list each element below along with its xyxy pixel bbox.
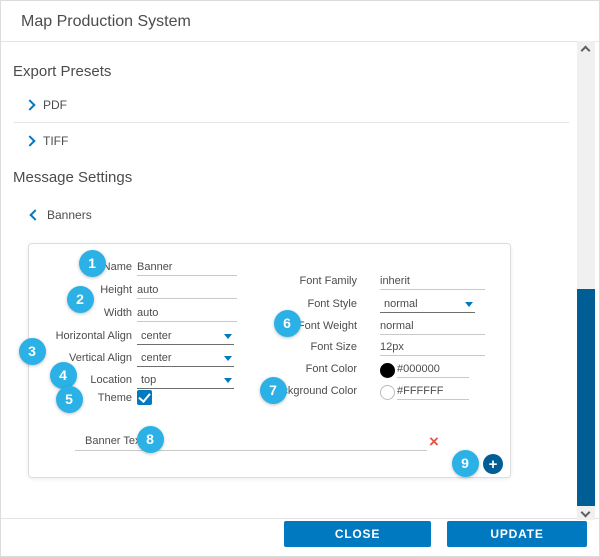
remove-banner-icon[interactable]: × (429, 434, 439, 450)
chevron-down-icon (224, 356, 232, 361)
field-value: Banner (137, 261, 172, 273)
header-divider (1, 41, 599, 42)
font-size-input[interactable]: 12px (380, 339, 485, 356)
preset-divider (14, 122, 569, 123)
scrollbar-thumb[interactable] (577, 289, 595, 506)
field-label-font-family: Font Family (199, 274, 357, 289)
field-value: normal (380, 320, 414, 332)
chevron-down-icon (224, 334, 232, 339)
preset-label-tiff: TIFF (43, 134, 68, 148)
font-family-input[interactable]: inherit (380, 273, 485, 290)
chevron-down-icon (465, 302, 473, 307)
font-color-input[interactable]: #000000 (397, 361, 469, 378)
map-production-system-dialog: Map Production System Export Presets PDF… (0, 0, 600, 557)
background-color-input[interactable]: #FFFFFF (397, 383, 469, 400)
field-label-horizontal-align: Horizontal Align (29, 329, 132, 344)
field-value: 12px (380, 341, 404, 353)
message-settings-heading: Message Settings (13, 169, 132, 186)
field-value: inherit (380, 275, 410, 287)
banner-text-input[interactable] (75, 434, 427, 451)
preset-row-pdf[interactable]: PDF (26, 96, 67, 114)
field-label-location: Location (29, 373, 132, 388)
callout-badge-8: 8 (137, 426, 164, 453)
add-banner-button[interactable]: + (483, 454, 503, 474)
callout-badge-5: 5 (56, 386, 83, 413)
callout-badge-2: 2 (67, 286, 94, 313)
banner-settings-panel: Banner Text × + NameBannerHeightautoWidt… (28, 243, 511, 478)
callout-badge-6: 6 (274, 310, 301, 337)
chevron-left-icon (29, 209, 40, 220)
update-button[interactable]: UPDATE (447, 521, 587, 547)
scrollbar-track[interactable] (577, 41, 595, 520)
font-color-swatch[interactable] (380, 363, 395, 378)
font-weight-input[interactable]: normal (380, 318, 485, 335)
field-value: auto (137, 284, 158, 296)
dialog-title: Map Production System (21, 13, 191, 31)
field-value: center (137, 330, 172, 342)
callout-badge-1: 1 (79, 250, 106, 277)
close-button[interactable]: CLOSE (284, 521, 431, 547)
scroll-up-icon[interactable] (581, 46, 591, 56)
font-style-select[interactable]: normal (380, 296, 475, 313)
chevron-right-icon (24, 99, 35, 110)
preset-row-tiff[interactable]: TIFF (26, 132, 68, 150)
checkmark-icon (138, 390, 150, 403)
export-presets-heading: Export Presets (13, 63, 111, 80)
field-value: normal (380, 298, 418, 310)
footer-divider (1, 518, 599, 519)
field-value: auto (137, 307, 158, 319)
field-value: center (137, 352, 172, 364)
background-color-swatch[interactable] (380, 385, 395, 400)
field-label-font-color: Font Color (199, 362, 357, 377)
callout-badge-9: 9 (452, 450, 479, 477)
banners-back-label: Banners (47, 208, 92, 222)
chevron-down-icon (224, 378, 232, 383)
callout-badge-4: 4 (50, 362, 77, 389)
callout-badge-7: 7 (260, 377, 287, 404)
theme-checkbox[interactable] (137, 390, 152, 405)
chevron-right-icon (24, 135, 35, 146)
callout-badge-3: 3 (19, 338, 46, 365)
preset-label-pdf: PDF (43, 98, 67, 112)
banners-back-link[interactable]: Banners (31, 208, 92, 222)
field-label-font-size: Font Size (199, 340, 357, 355)
field-label-font-style: Font Style (199, 297, 357, 312)
field-value: top (137, 374, 156, 386)
scroll-down-icon[interactable] (581, 508, 591, 518)
